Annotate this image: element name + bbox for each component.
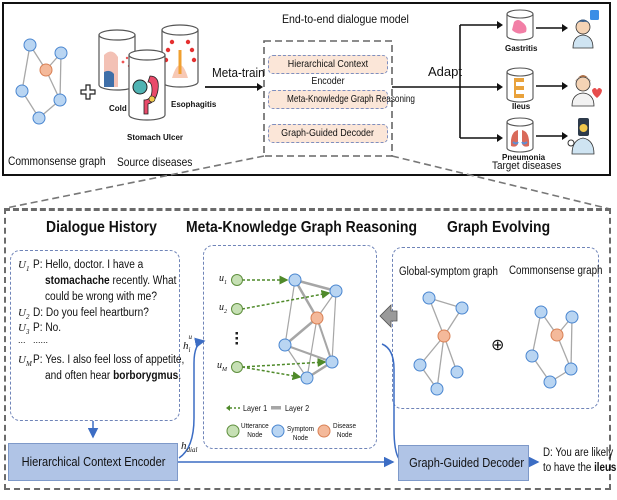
symptom-node: [450, 365, 464, 379]
h-dial-label: hdial: [181, 440, 198, 455]
global-symptom-graph-label: Global-symptom graph: [399, 266, 498, 278]
utterance-node-um: [231, 361, 243, 373]
h-u-label: hui: [183, 333, 192, 355]
legend-layer2-icon: [271, 406, 281, 410]
evolve-arrow-icon: [379, 304, 398, 328]
utterance-node-u1: [231, 274, 243, 286]
symptom-node: [278, 338, 292, 352]
legend-utterance-label: Utterance Node: [241, 421, 269, 439]
legend-disease-label: Disease Node: [333, 421, 357, 439]
commonsense-graph-bottom: [525, 305, 579, 389]
layer1-edges: [241, 275, 331, 381]
hierarchical-context-encoder-box: Hierarchical Context Encoder: [8, 443, 178, 481]
symptom-node: [430, 382, 444, 396]
vertical-ellipsis-icon: [235, 332, 238, 345]
global-symptom-graph: [413, 291, 469, 396]
symptom-node: [564, 362, 578, 376]
legend-layer1-label: Layer 1: [243, 403, 268, 413]
encoder-label: Hierarchical Context Encoder: [21, 454, 166, 469]
symptom-node: [288, 273, 302, 287]
utterance-label-u2: u2: [219, 302, 227, 315]
symptom-node: [422, 291, 436, 305]
legend-utterance-node-icon: [226, 424, 240, 438]
symptom-node: [300, 371, 314, 385]
graph-guided-decoder-box: Graph-Guided Decoder: [398, 445, 529, 481]
symptom-node: [543, 375, 557, 389]
legend-layer2-label: Layer 2: [285, 403, 310, 413]
symptom-node: [534, 305, 548, 319]
legend-layer1-icon: [226, 405, 240, 411]
utterance-node-u2: [231, 303, 243, 315]
disease-node: [310, 311, 324, 325]
symptom-node: [565, 310, 579, 324]
symptom-node: [325, 355, 339, 369]
symptom-node: [455, 301, 469, 315]
utterance-label-um: uM: [217, 360, 227, 373]
legend-disease-node-icon: [317, 424, 331, 438]
disease-node: [437, 329, 451, 343]
symptom-node: [525, 349, 539, 363]
commonsense-graph-bottom-label: Commonsense graph: [509, 265, 603, 277]
disease-node: [550, 328, 564, 342]
decoder-label: Graph-Guided Decoder: [409, 455, 525, 470]
legend-symptom-node-icon: [271, 424, 285, 438]
oplus-icon: ⊕: [491, 337, 505, 354]
symptom-node: [413, 358, 427, 372]
output-response: D: You are likelyto have the ileus.: [543, 447, 617, 474]
utterance-label-u1: u1: [219, 273, 227, 286]
legend-symptom-label: Symptom Node: [287, 424, 314, 442]
bold-keyword: ileus: [594, 462, 617, 474]
symptom-node: [329, 284, 343, 298]
